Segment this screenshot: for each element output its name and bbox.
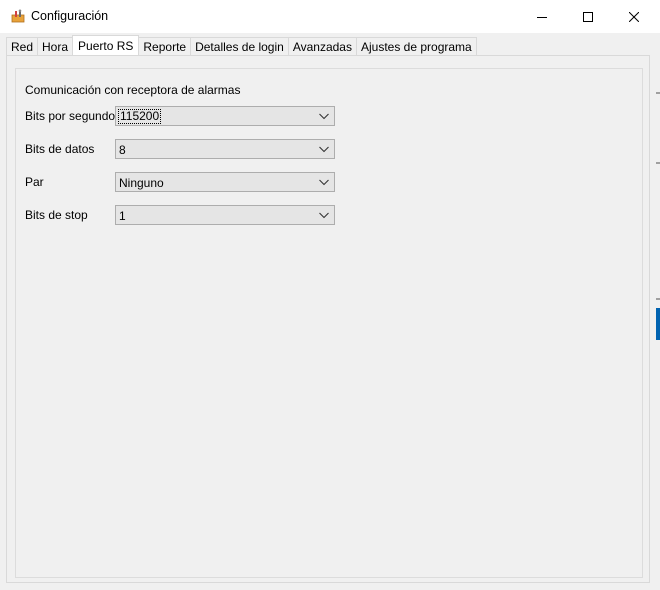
baud-rate-label: Bits por segundos	[25, 109, 122, 123]
background-window-edge	[656, 162, 660, 164]
background-window-edge	[656, 92, 660, 94]
maximize-icon	[583, 11, 593, 22]
settings-tools-icon	[11, 9, 25, 23]
chevron-down-icon	[319, 146, 329, 153]
baud-rate-select[interactable]: 115200	[115, 106, 335, 126]
tab-reporte[interactable]: Reporte	[138, 37, 192, 55]
tab-detalles-de-login[interactable]: Detalles de login	[190, 37, 289, 55]
tab-label: Avanzadas	[292, 39, 352, 54]
configuration-window: Configuración Red Hora Puerto RS Reporte…	[0, 0, 660, 590]
tab-label: Puerto RS	[78, 38, 134, 53]
minimize-icon	[537, 16, 547, 18]
tab-panel-puerto-rs	[6, 55, 650, 583]
stop-bits-select[interactable]: 1	[115, 205, 335, 225]
chevron-down-icon	[319, 212, 329, 219]
data-bits-label: Bits de datos	[25, 142, 95, 156]
background-window-edge	[656, 308, 660, 340]
tab-label: Red	[11, 39, 34, 54]
tab-hora[interactable]: Hora	[37, 37, 74, 55]
tab-avanzadas[interactable]: Avanzadas	[287, 37, 357, 55]
tab-ajustes-de-programa[interactable]: Ajustes de programa	[355, 37, 477, 55]
tab-strip: Red Hora Puerto RS Reporte Detalles de l…	[6, 35, 477, 55]
parity-label: Par	[25, 175, 44, 189]
close-button[interactable]	[611, 0, 657, 33]
tab-label: Ajustes de programa	[360, 39, 472, 54]
tab-puerto-rs[interactable]: Puerto RS	[72, 35, 140, 55]
chevron-down-icon	[319, 179, 329, 186]
parity-select[interactable]: Ninguno	[115, 172, 335, 192]
window-title: Configuración	[31, 9, 109, 23]
section-title: Comunicación con receptora de alarmas	[25, 83, 241, 97]
parity-value: Ninguno	[119, 176, 164, 190]
tab-red[interactable]: Red	[6, 37, 39, 55]
stop-bits-label: Bits de stop	[25, 208, 88, 222]
chevron-down-icon	[319, 113, 329, 120]
minimize-button[interactable]	[519, 0, 565, 33]
data-bits-select[interactable]: 8	[115, 139, 335, 159]
background-window-edge	[656, 298, 660, 300]
data-bits-value: 8	[119, 143, 126, 157]
maximize-button[interactable]	[565, 0, 611, 33]
close-icon	[629, 11, 639, 22]
tab-label: Reporte	[143, 39, 187, 54]
tab-label: Hora	[42, 39, 69, 54]
title-bar[interactable]: Configuración	[0, 0, 660, 33]
stop-bits-value: 1	[119, 209, 126, 223]
tab-label: Detalles de login	[195, 39, 284, 54]
baud-rate-value: 115200	[118, 109, 162, 124]
